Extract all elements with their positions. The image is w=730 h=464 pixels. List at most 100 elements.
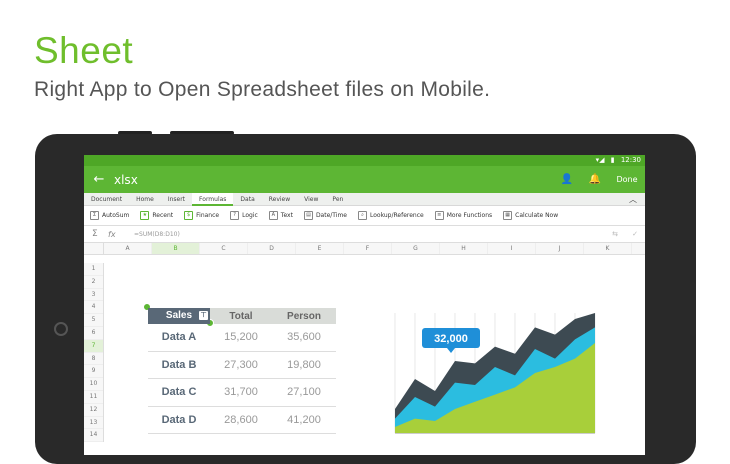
row-header-5[interactable]: 5 — [84, 314, 103, 327]
column-header-k[interactable]: K — [584, 243, 632, 254]
table-row[interactable]: Data D 28,600 41,200 — [148, 407, 336, 434]
column-header-j[interactable]: J — [536, 243, 584, 254]
table-cell-person[interactable]: 19,800 — [272, 359, 336, 371]
tablet-screen: ▾◢ ▮ 12:30 ← xlsx 👤 🔔 Done Document Home I… — [84, 155, 645, 455]
header-total[interactable]: Total — [210, 311, 272, 322]
row-header-10[interactable]: 10 — [84, 378, 103, 391]
recent-button[interactable]: ★ Recent — [140, 211, 173, 220]
date-time-button[interactable]: ▤ Date/Time — [303, 211, 347, 220]
lookup-reference-button[interactable]: ⌕ Lookup/Reference — [357, 211, 424, 220]
notification-bell-icon[interactable]: 🔔 — [581, 174, 609, 185]
text-button[interactable]: A Text — [268, 211, 293, 220]
column-header-g[interactable]: G — [392, 243, 440, 254]
hero-subtitle: Right App to Open Spreadsheet files on M… — [34, 78, 491, 101]
row-header-2[interactable]: 2 — [84, 276, 103, 289]
keyboard-icon[interactable]: ⇆ — [605, 230, 625, 238]
status-bar: ▾◢ ▮ 12:30 — [84, 155, 645, 166]
calculate-now-button[interactable]: ▦ Calculate Now — [503, 211, 558, 220]
device-side-button — [690, 282, 696, 336]
finance-button[interactable]: $ Finance — [184, 211, 219, 220]
logic-button[interactable]: ? Logic — [230, 211, 258, 220]
back-arrow-icon[interactable]: ← — [84, 172, 114, 187]
table-cell-total[interactable]: 27,300 — [210, 359, 272, 371]
row-header-1[interactable]: 1 — [84, 263, 103, 276]
table-header-row: Sales ⊤ Total Person — [148, 308, 336, 324]
row-header-9[interactable]: 9 — [84, 365, 103, 379]
check-icon[interactable]: ✓ — [625, 230, 645, 238]
formula-bar: Σ fx =SUM(D8:D10) ⇆ ✓ — [84, 226, 645, 243]
table-cell-total[interactable]: 31,700 — [210, 386, 272, 398]
recent-icon: ★ — [140, 211, 150, 220]
ribbon-label: Text — [280, 212, 293, 219]
logic-icon: ? — [230, 211, 240, 220]
area-chart[interactable]: 32,000 — [389, 305, 603, 435]
formula-input[interactable]: =SUM(D8:D10) — [134, 231, 605, 238]
column-header-d[interactable]: D — [248, 243, 296, 254]
ribbon-label: Date/Time — [315, 212, 347, 219]
calculate-now-icon: ▦ — [503, 211, 513, 220]
done-button[interactable]: Done — [609, 175, 645, 184]
header-person[interactable]: Person — [272, 311, 336, 322]
table-cell-label[interactable]: Data B — [148, 359, 210, 371]
table-cell-total[interactable]: 15,200 — [210, 331, 272, 343]
filter-icon[interactable]: ⊤ — [199, 311, 208, 320]
collapse-ribbon-icon[interactable]: ︿ — [629, 194, 645, 205]
value-callout: 32,000 — [422, 328, 480, 353]
callout-pointer — [447, 348, 455, 353]
row-header-13[interactable]: 13 — [84, 417, 103, 430]
table-cell-label[interactable]: Data C — [148, 386, 210, 398]
battery-icon: ▮ — [610, 156, 615, 164]
hero-title: Sheet — [34, 30, 134, 71]
column-header-a[interactable]: A — [104, 243, 152, 254]
row-header-6[interactable]: 6 — [84, 327, 103, 340]
table-row[interactable]: Data C 31,700 27,100 — [148, 379, 336, 407]
row-header-4[interactable]: 4 — [84, 301, 103, 315]
share-user-icon[interactable]: 👤 — [553, 174, 581, 185]
header-sales[interactable]: Sales ⊤ — [148, 308, 210, 324]
fx-icon[interactable]: fx — [108, 230, 134, 239]
column-header-h[interactable]: H — [440, 243, 488, 254]
column-header-i[interactable]: I — [488, 243, 536, 254]
table-cell-person[interactable]: 35,600 — [272, 331, 336, 343]
tab-home[interactable]: Home — [129, 193, 161, 206]
row-header-7[interactable]: 7 — [84, 339, 103, 353]
tab-data[interactable]: Data — [233, 193, 261, 206]
row-header-14[interactable]: 14 — [84, 429, 103, 443]
clock: 12:30 — [620, 156, 641, 164]
row-header-11[interactable]: 11 — [84, 391, 103, 404]
tab-review[interactable]: Review — [262, 193, 297, 206]
column-headers: ABCDEFGHIJK — [84, 243, 645, 255]
text-icon: A — [268, 211, 278, 220]
table-cell-person[interactable]: 41,200 — [272, 414, 336, 426]
finance-icon: $ — [184, 211, 194, 220]
table-cell-label[interactable]: Data A — [148, 331, 210, 343]
ribbon-label: Calculate Now — [515, 212, 559, 219]
table-cell-person[interactable]: 27,100 — [272, 386, 336, 398]
callout-label: 32,000 — [434, 333, 468, 345]
ribbon-tabs: Document Home Insert Formulas Data Review View… — [84, 192, 645, 206]
ribbon-label: Finance — [196, 212, 220, 219]
table-cell-total[interactable]: 28,600 — [210, 414, 272, 426]
column-header-c[interactable]: C — [200, 243, 248, 254]
tab-formulas[interactable]: Formulas — [192, 192, 234, 206]
tab-view[interactable]: View — [297, 193, 325, 206]
tab-insert[interactable]: Insert — [161, 193, 192, 206]
row-header-3[interactable]: 3 — [84, 289, 103, 302]
table-cell-label[interactable]: Data D — [148, 414, 210, 426]
column-header-e[interactable]: E — [296, 243, 344, 254]
column-header-b[interactable]: B — [152, 243, 200, 254]
table-row[interactable]: Data B 27,300 19,800 — [148, 352, 336, 379]
table-row[interactable]: Data A 15,200 35,600 — [148, 324, 336, 352]
row-header-8[interactable]: 8 — [84, 353, 103, 366]
autosum-button[interactable]: Σ AutoSum — [90, 211, 129, 220]
row-header-12[interactable]: 12 — [84, 404, 103, 417]
app-bar: ← xlsx 👤 🔔 Done — [84, 166, 645, 193]
tab-pen[interactable]: Pen — [325, 193, 350, 206]
more-functions-button[interactable]: ≡ More Functions — [434, 211, 493, 220]
ribbon-label: More Functions — [446, 212, 493, 219]
sigma-icon[interactable]: Σ — [92, 229, 108, 239]
column-header-f[interactable]: F — [344, 243, 392, 254]
select-all-corner[interactable] — [84, 243, 104, 254]
ribbon-label: Lookup/Reference — [369, 212, 424, 219]
tab-document[interactable]: Document — [84, 193, 129, 206]
